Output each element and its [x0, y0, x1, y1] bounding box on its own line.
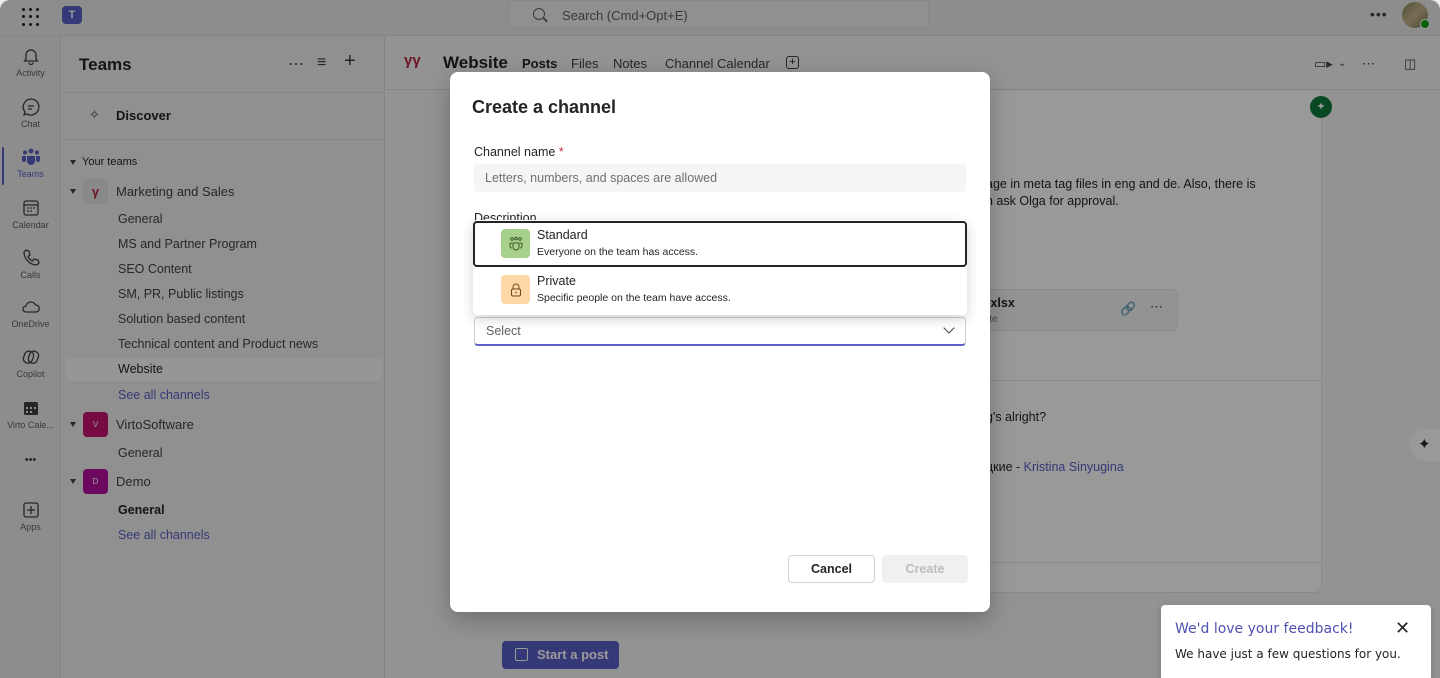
required-mark: * — [558, 145, 564, 159]
toast-title[interactable]: We'd love your feedback! — [1175, 621, 1353, 637]
privacy-select[interactable]: Select — [474, 317, 966, 346]
option-description: Everyone on the team has access. — [537, 246, 699, 258]
option-standard[interactable]: Standard Everyone on the team has access… — [473, 221, 967, 267]
label-text: Channel name — [474, 145, 556, 159]
channel-name-label: Channel name * — [474, 145, 564, 159]
select-value: Select — [486, 324, 521, 338]
toast-body: We have just a few questions for you. — [1175, 647, 1401, 661]
option-title: Private — [537, 274, 576, 288]
cancel-button[interactable]: Cancel — [788, 555, 875, 583]
chevron-down-icon — [943, 322, 955, 334]
option-private[interactable]: Private Specific people on the team have… — [473, 267, 967, 313]
channel-name-input[interactable] — [474, 164, 966, 192]
create-button[interactable]: Create — [882, 555, 968, 583]
close-icon[interactable]: ✕ — [1395, 619, 1410, 637]
dialog-title: Create a channel — [472, 97, 617, 117]
team-people-icon — [501, 229, 530, 258]
feedback-toast: We'd love your feedback! ✕ We have just … — [1161, 605, 1431, 678]
lock-icon — [501, 275, 530, 304]
create-channel-dialog: Create a channel Channel name * Descript… — [450, 72, 990, 612]
privacy-listbox: Standard Everyone on the team has access… — [473, 220, 967, 315]
option-title: Standard — [537, 228, 588, 242]
option-description: Specific people on the team have access. — [537, 292, 731, 304]
